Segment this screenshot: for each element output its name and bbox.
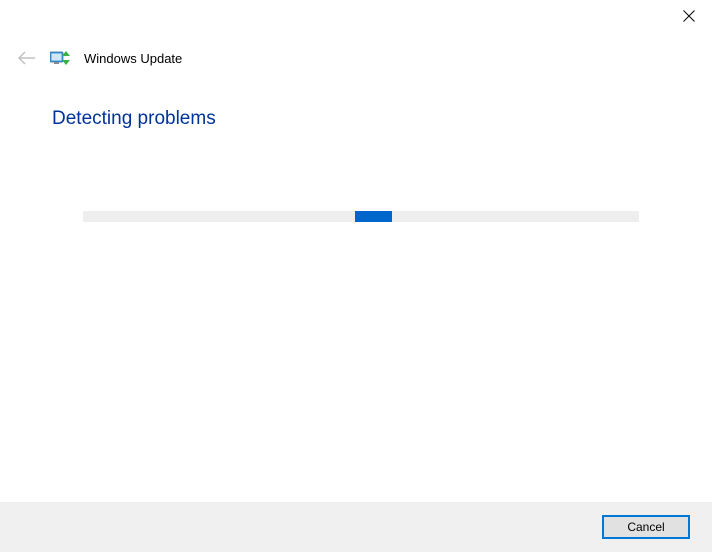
page-heading: Detecting problems <box>52 108 216 130</box>
footer: Cancel <box>0 502 712 552</box>
back-arrow-icon <box>18 51 36 65</box>
window-title: Windows Update <box>84 51 182 66</box>
progress-bar-fill <box>355 211 392 222</box>
header: Windows Update <box>18 50 182 66</box>
back-button <box>18 51 36 65</box>
close-icon <box>683 10 695 22</box>
cancel-button[interactable]: Cancel <box>602 515 690 539</box>
titlebar <box>666 0 712 32</box>
progress-bar <box>83 211 639 222</box>
troubleshooter-icon <box>50 50 70 66</box>
close-button[interactable] <box>666 0 712 32</box>
